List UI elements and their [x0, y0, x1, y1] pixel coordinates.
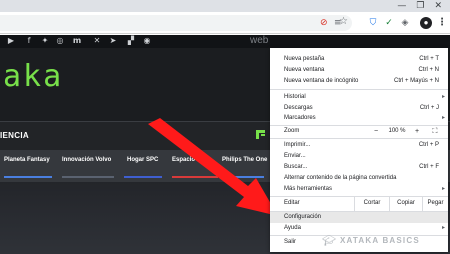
blocked-popup-icon[interactable]: ⊘: [320, 17, 328, 29]
section-title[interactable]: IENCIA: [0, 131, 29, 140]
rss-icon[interactable]: ◉: [142, 36, 152, 46]
instagram-icon[interactable]: ◎: [55, 36, 65, 46]
graduation-cap-icon: 🎓︎: [322, 234, 336, 247]
submenu-caret-icon: ▸: [441, 185, 445, 192]
profile-avatar[interactable]: ●: [420, 17, 432, 29]
chrome-menu: Nueva pestaña Ctrl + T Nueva ventana Ctr…: [270, 48, 448, 252]
nav-underline: [4, 176, 52, 178]
watermark-text: XATAKA BASICS: [339, 236, 420, 245]
nav-item-innovacion-volvo[interactable]: Innovación Volvo: [62, 150, 114, 182]
submenu-caret-icon: ▸: [441, 93, 445, 100]
nav-item-philips[interactable]: Philips The One: [222, 150, 270, 182]
flipboard-icon[interactable]: ▞: [126, 36, 136, 46]
paste-button[interactable]: Pegar: [423, 198, 448, 209]
cut-button[interactable]: Cortar: [356, 198, 388, 209]
x-icon[interactable]: ✕: [92, 36, 102, 46]
nav-underline: [124, 176, 162, 178]
youtube-icon[interactable]: ▶: [6, 36, 16, 46]
nav-underline: [172, 176, 218, 178]
address-bar[interactable]: ⊘ ≡ ☆: [0, 15, 352, 31]
nav-underline: [62, 176, 114, 178]
menu-item-print[interactable]: Imprimir... Ctrl + P: [270, 140, 448, 151]
menu-item-bookmarks[interactable]: Marcadores ▸: [270, 113, 448, 124]
zoom-in-button[interactable]: +: [410, 126, 424, 137]
menu-item-new-window[interactable]: Nueva ventana Ctrl + N: [270, 65, 448, 76]
watermark: 🎓︎ XATAKA BASICS: [322, 234, 420, 247]
menu-item-converted-page[interactable]: Alternar contenido de la página converti…: [270, 173, 448, 184]
social-bar: ▶ f ✦ ◎ m ✕ ➤ ▞ ◉ web: [0, 35, 450, 48]
twitter-icon[interactable]: ✦: [40, 36, 50, 46]
zoom-level: 100 %: [388, 128, 406, 134]
bookmark-star-icon[interactable]: ☆: [339, 16, 348, 27]
close-window-button[interactable]: ✕: [434, 0, 442, 12]
browser-toolbar: ⊘ ≡ ☆ ⛉ ✓ ◈ ● ⋮: [0, 12, 450, 34]
facebook-icon[interactable]: f: [24, 36, 34, 46]
submenu-caret-icon: ▸: [441, 224, 445, 231]
menu-item-settings[interactable]: Configuración: [270, 212, 448, 223]
nav-item-espacio[interactable]: Espacio: [172, 150, 218, 182]
menu-item-find[interactable]: Buscar... Ctrl + F: [270, 162, 448, 173]
checkmark-extension-icon[interactable]: ✓: [383, 17, 395, 29]
nav-item-hogar-spc[interactable]: Hogar SPC: [124, 150, 162, 182]
menu-separator: [270, 89, 448, 90]
menu-item-new-tab[interactable]: Nueva pestaña Ctrl + T: [270, 54, 448, 65]
edit-label: Editar: [284, 200, 300, 206]
copy-button[interactable]: Copiar: [390, 198, 422, 209]
minimize-button[interactable]: —: [397, 0, 406, 12]
edit-separator: [354, 196, 355, 211]
zoom-out-button[interactable]: −: [368, 126, 384, 137]
menu-item-incognito[interactable]: Nueva ventana de incógnito Ctrl + Mayús …: [270, 76, 448, 87]
fullscreen-icon[interactable]: ⛶: [428, 126, 442, 137]
menu-item-history[interactable]: Historial ▸: [270, 92, 448, 103]
window-controls: — ❐ ✕: [397, 0, 448, 12]
menu-separator: [270, 138, 448, 139]
flag-icon: [256, 130, 265, 139]
nav-underline: [222, 176, 264, 178]
submenu-caret-icon: ▸: [441, 114, 445, 121]
nav-item-planeta-fantasy[interactable]: Planeta Fantasy: [4, 150, 52, 182]
maximize-button[interactable]: ❐: [416, 0, 424, 12]
telegram-icon[interactable]: ➤: [108, 36, 118, 46]
menu-item-more-tools[interactable]: Más herramientas ▸: [270, 184, 448, 195]
extension-icon[interactable]: ◈: [399, 17, 411, 29]
m-icon[interactable]: m: [72, 36, 82, 46]
menu-item-help[interactable]: Ayuda ▸: [270, 223, 448, 234]
menu-item-cast[interactable]: Enviar...: [270, 151, 448, 162]
tab-strip: — ❐ ✕: [0, 0, 450, 12]
shield-extension-icon[interactable]: ⛉: [367, 17, 379, 29]
chrome-menu-button[interactable]: ⋮: [437, 16, 447, 30]
site-logo[interactable]: aka: [3, 59, 63, 94]
web-link[interactable]: web: [250, 35, 268, 46]
